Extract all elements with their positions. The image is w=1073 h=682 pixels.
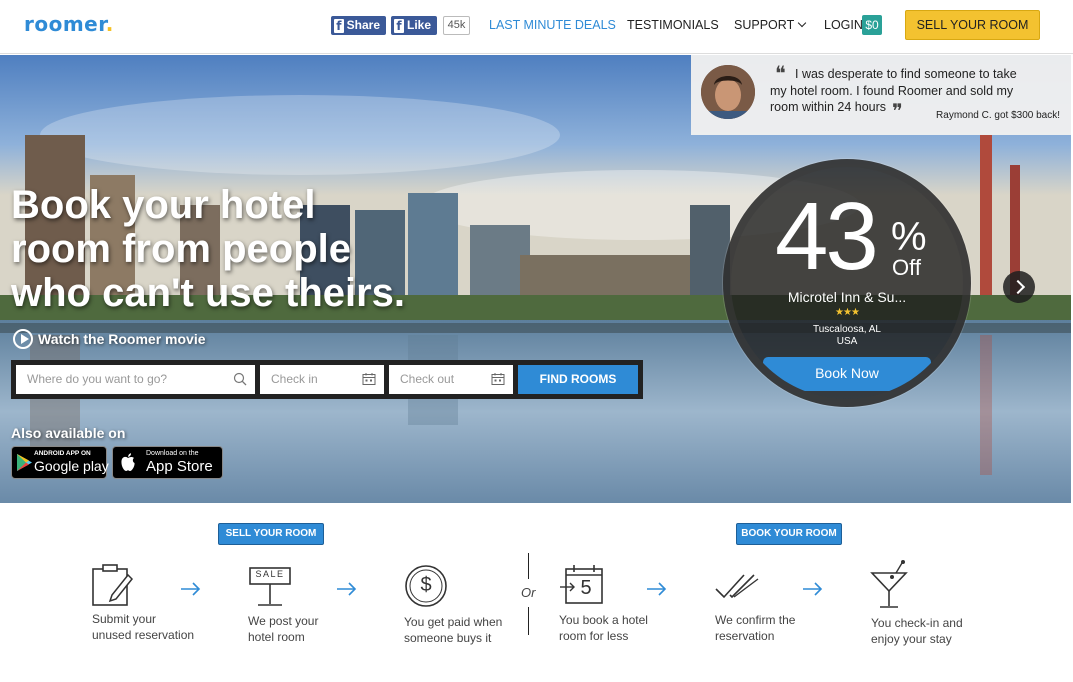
nav-login[interactable]: LOGIN (824, 18, 863, 32)
watch-movie-label: Watch the Roomer movie (38, 331, 206, 347)
facebook-share-label: Share (346, 18, 380, 32)
facebook-icon: f (394, 18, 404, 33)
hero-section: Book your hotel room from people who can… (0, 55, 1071, 503)
app-store-small-text: Download on the (146, 450, 199, 457)
search-icon (233, 372, 247, 386)
hotel-country: USA (836, 336, 858, 347)
destination-placeholder: Where do you want to go? (27, 372, 168, 386)
book-your-room-tag[interactable]: BOOK YOUR ROOM (736, 523, 842, 545)
facebook-like-button[interactable]: f Like (391, 16, 437, 35)
divider-bottom (528, 607, 529, 635)
nav-testimonials[interactable]: TESTIMONIALS (627, 18, 719, 32)
step-book-text: You book a hotel room for less (559, 612, 699, 644)
app-store-badge[interactable]: Download on the App Store (112, 446, 223, 479)
calendar-number: 5 (580, 577, 592, 599)
step-line: Submit your (92, 612, 157, 626)
or-label: Or (521, 585, 536, 600)
step-line: You check-in and (871, 616, 963, 630)
star-rating: ★★★ (835, 307, 860, 318)
headline-line-2: room from people (11, 227, 352, 271)
nav-support-label: SUPPORT (734, 18, 795, 32)
find-rooms-button[interactable]: FIND ROOMS (518, 365, 638, 394)
facebook-share-button[interactable]: f Share (331, 16, 386, 35)
how-it-works-section: SELL YOUR ROOM BOOK YOUR ROOM Submit you… (0, 503, 1073, 682)
app-store-big-text: App Store (146, 458, 213, 475)
play-icon (13, 329, 33, 349)
search-bar: Where do you want to go? Check in Check … (11, 360, 643, 399)
hotel-location: Tuscaloosa, AL USA (731, 324, 963, 348)
destination-input[interactable]: Where do you want to go? (16, 365, 255, 394)
calendar-icon (491, 373, 505, 385)
facebook-like-label: Like (406, 18, 431, 32)
roomer-logo[interactable]: roomer. (24, 12, 114, 36)
step-line: enjoy your stay (871, 632, 952, 646)
step-post-text: We post your hotel room (248, 613, 388, 645)
clipboard-icon (92, 564, 134, 606)
double-check-icon (715, 574, 759, 599)
step-checkin-text: You check-in and enjoy your stay (871, 615, 1011, 647)
step-line: hotel room (248, 630, 305, 644)
book-now-button[interactable]: Book Now (763, 357, 931, 391)
facebook-like-count: 45k (443, 16, 470, 35)
step-line: You book a hotel (559, 613, 648, 627)
arrow-right-icon (803, 582, 823, 596)
hotel-city: Tuscaloosa, AL (812, 324, 881, 335)
sale-sign-text: SALE (255, 569, 285, 579)
step-line: reservation (715, 629, 775, 643)
balance-badge[interactable]: $0 (862, 15, 882, 35)
step-line: We confirm the (715, 613, 796, 627)
calendar-icon (362, 373, 376, 385)
step-confirm-text: We confirm the reservation (715, 612, 855, 644)
chevron-down-icon (797, 18, 807, 28)
also-available-label: Also available on (11, 425, 126, 441)
apple-icon (121, 453, 135, 471)
step-line: We post your (248, 614, 319, 628)
arrow-right-icon (337, 582, 357, 596)
nav-last-minute-deals[interactable]: LAST MINUTE DEALS (489, 18, 616, 32)
nav-support[interactable]: SUPPORT (734, 18, 807, 32)
roomer-page: roomer. f Share f Like 45k LAST MINUTE D… (0, 0, 1073, 682)
testimonial-card: ❝ I was desperate to find someone to tak… (691, 55, 1071, 135)
check-out-input[interactable]: Check out (389, 365, 513, 394)
google-play-big-text: Google play (34, 458, 109, 474)
cocktail-icon (870, 560, 908, 608)
sell-your-room-tag[interactable]: SELL YOUR ROOM (218, 523, 324, 545)
hero-headline: Book your hotel room from people who can… (11, 183, 431, 315)
step-line: someone buys it (404, 631, 492, 645)
dollar-symbol: $ (420, 574, 432, 596)
step-submit-text: Submit your unused reservation (92, 611, 232, 643)
check-out-placeholder: Check out (400, 372, 455, 386)
avatar (701, 65, 755, 119)
check-in-placeholder: Check in (271, 372, 318, 386)
next-deal-arrow-icon[interactable] (1003, 271, 1035, 303)
off-label: Off (892, 255, 921, 280)
arrow-right-icon (647, 582, 667, 596)
hotel-name[interactable]: Microtel Inn & Su... (731, 289, 963, 305)
divider-top (528, 553, 529, 579)
google-play-badge[interactable]: ANDROID APP ON Google play (11, 446, 109, 479)
facebook-icon: f (334, 18, 344, 33)
watch-movie-link[interactable]: Watch the Roomer movie (13, 329, 206, 349)
step-line: room for less (559, 629, 629, 643)
step-line: You get paid when (404, 615, 503, 629)
testimonial-attribution: Raymond C. got $300 back! (936, 110, 1060, 121)
percent-sign: % (891, 215, 927, 259)
google-play-small-text: ANDROID APP ON (34, 450, 91, 457)
close-quote-icon: ❞ (892, 99, 903, 123)
arrow-right-icon (181, 582, 201, 596)
discount-percent: 43 (775, 183, 879, 290)
step-line: unused reservation (92, 628, 195, 642)
deal-card: 43 % Off Microtel Inn & Su... ★★★ Tuscal… (723, 159, 971, 407)
top-header: roomer. f Share f Like 45k LAST MINUTE D… (0, 0, 1073, 54)
google-play-icon (17, 454, 32, 471)
step-paid-text: You get paid when someone buys it (404, 614, 544, 646)
sell-your-room-button[interactable]: SELL YOUR ROOM (905, 10, 1040, 40)
headline-line-1: Book your hotel (11, 183, 316, 227)
headline-line-3: who can't use theirs. (11, 271, 406, 315)
check-in-input[interactable]: Check in (260, 365, 384, 394)
